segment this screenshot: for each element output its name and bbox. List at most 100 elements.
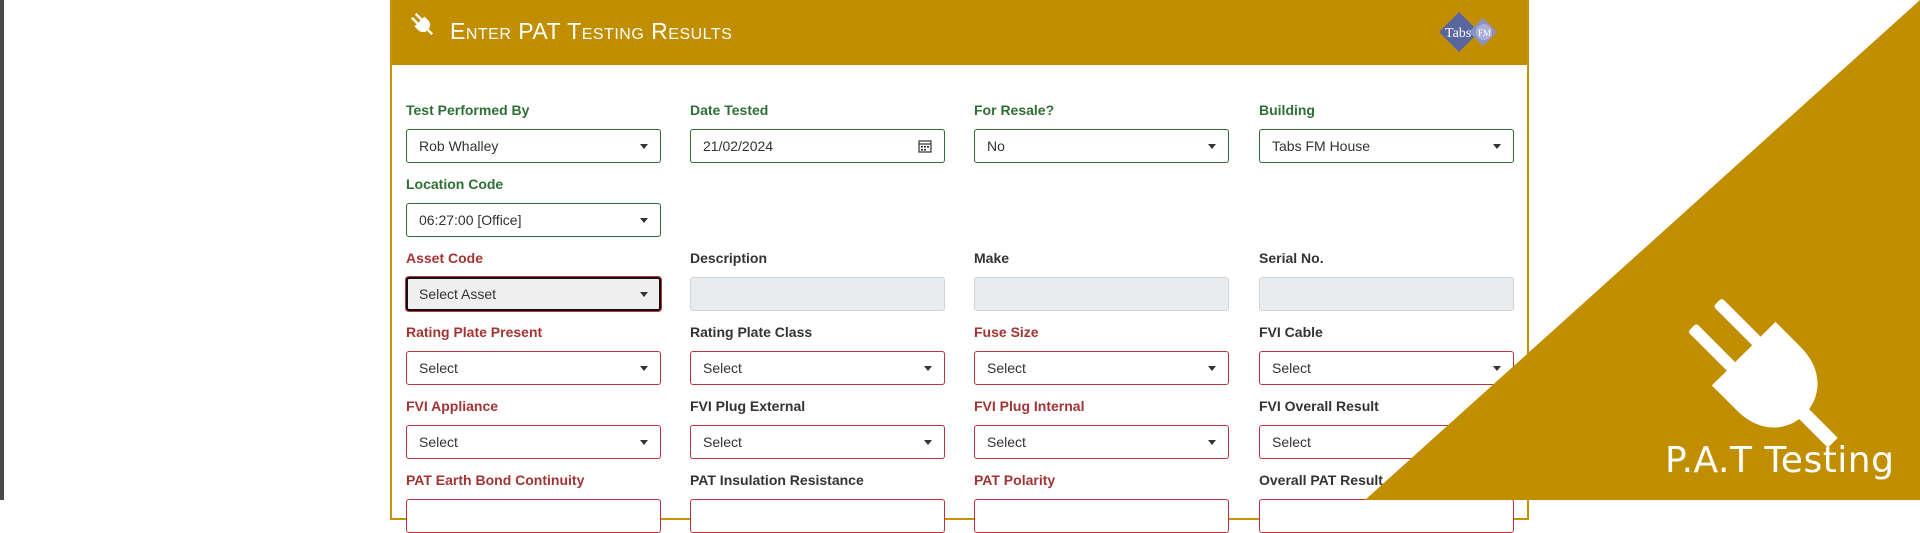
field-pat-earth-bond-continuity: PAT Earth Bond Continuity [406, 471, 661, 533]
rating-plate-present-value: Select [419, 360, 458, 376]
fvi-appliance-value: Select [419, 434, 458, 450]
field-serial-no: Serial No. [1259, 249, 1514, 311]
test-performed-by-value: Rob Whalley [419, 138, 499, 154]
chevron-down-icon [640, 440, 648, 445]
fvi-overall-result-value: Select [1272, 434, 1311, 450]
chevron-down-icon [640, 144, 648, 149]
field-test-performed-by: Test Performed By Rob Whalley [406, 101, 661, 163]
pat-insulation-resistance-select[interactable] [690, 499, 945, 533]
fuse-size-label: Fuse Size [974, 324, 1039, 340]
field-location-code: Location Code 06:27:00 [Office] [406, 175, 661, 237]
field-building: Building Tabs FM House [1259, 101, 1514, 163]
fvi-appliance-select[interactable]: Select [406, 425, 661, 459]
calendar-icon[interactable] [918, 139, 932, 153]
rating-plate-class-label: Rating Plate Class [690, 324, 813, 340]
rating-plate-class-value: Select [703, 360, 742, 376]
for-resale-value: No [987, 138, 1005, 154]
for-resale-label: For Resale? [974, 102, 1055, 118]
field-asset-code: Asset Code Select Asset [406, 249, 661, 311]
fvi-plug-internal-label: FVI Plug Internal [974, 398, 1085, 414]
pat-results-panel: Enter PAT Testing Results Tabs FM Test P… [390, 0, 1529, 533]
field-pat-insulation-resistance: PAT Insulation Resistance [690, 471, 945, 533]
promo-title: P.A.T Testing [1665, 440, 1895, 481]
description-input[interactable] [690, 277, 945, 311]
description-label: Description [690, 250, 768, 266]
field-pat-polarity: PAT Polarity [974, 471, 1229, 533]
fuse-size-value: Select [987, 360, 1026, 376]
fvi-appliance-label: FVI Appliance [406, 398, 499, 414]
building-value: Tabs FM House [1272, 138, 1371, 154]
tabs-fm-logo: Tabs FM [1439, 12, 1497, 52]
pat-insulation-resistance-label: PAT Insulation Resistance [690, 472, 864, 488]
chevron-down-icon [924, 440, 932, 445]
field-fvi-plug-external: FVI Plug External Select [690, 397, 945, 459]
field-fvi-overall-result: FVI Overall Result Select [1259, 397, 1514, 459]
field-for-resale: For Resale? No [974, 101, 1229, 163]
field-fvi-appliance: FVI Appliance Select [406, 397, 661, 459]
page-title: Enter PAT Testing Results [450, 18, 733, 44]
fvi-cable-value: Select [1272, 360, 1311, 376]
make-input[interactable] [974, 277, 1229, 311]
chevron-down-icon [1208, 144, 1216, 149]
fuse-size-select[interactable]: Select [974, 351, 1229, 385]
plug-icon [410, 12, 434, 36]
overall-pat-result-select[interactable] [1259, 499, 1514, 533]
chevron-down-icon [1208, 366, 1216, 371]
pat-earth-bond-continuity-label: PAT Earth Bond Continuity [406, 472, 585, 488]
fvi-plug-external-select[interactable]: Select [690, 425, 945, 459]
field-make: Make [974, 249, 1229, 311]
make-label: Make [974, 250, 1010, 266]
logo-text: Tabs [1445, 26, 1471, 41]
fvi-overall-result-select[interactable]: Select [1259, 425, 1514, 459]
panel-header: Enter PAT Testing Results Tabs FM [392, 0, 1527, 65]
pat-polarity-label: PAT Polarity [974, 472, 1056, 488]
field-description: Description [690, 249, 945, 311]
asset-code-value: Select Asset [419, 286, 497, 302]
left-window-edge [0, 0, 4, 500]
field-fvi-cable: FVI Cable Select [1259, 323, 1514, 385]
date-tested-label: Date Tested [690, 102, 769, 118]
fvi-plug-internal-value: Select [987, 434, 1026, 450]
test-performed-by-label: Test Performed By [406, 102, 530, 118]
rating-plate-class-select[interactable]: Select [690, 351, 945, 385]
chevron-down-icon [924, 366, 932, 371]
field-rating-plate-class: Rating Plate Class Select [690, 323, 945, 385]
serial-no-input[interactable] [1259, 277, 1514, 311]
chevron-down-icon [1493, 366, 1501, 371]
chevron-down-icon [640, 218, 648, 223]
date-tested-value: 21/02/2024 [703, 138, 774, 154]
field-rating-plate-present: Rating Plate Present Select [406, 323, 661, 385]
asset-code-label: Asset Code [406, 250, 484, 266]
location-code-value: 06:27:00 [Office] [419, 212, 522, 228]
field-fuse-size: Fuse Size Select [974, 323, 1229, 385]
chevron-down-icon [640, 366, 648, 371]
location-code-select[interactable]: 06:27:00 [Office] [406, 203, 661, 237]
field-fvi-plug-internal: FVI Plug Internal Select [974, 397, 1229, 459]
building-select[interactable]: Tabs FM House [1259, 129, 1514, 163]
fvi-plug-internal-select[interactable]: Select [974, 425, 1229, 459]
overall-pat-result-label: Overall PAT Result [1259, 472, 1383, 488]
building-label: Building [1259, 102, 1315, 118]
chevron-down-icon [1208, 440, 1216, 445]
pat-earth-bond-continuity-select[interactable] [406, 499, 661, 533]
serial-no-label: Serial No. [1259, 250, 1324, 266]
rating-plate-present-label: Rating Plate Present [406, 324, 543, 340]
fvi-plug-external-value: Select [703, 434, 742, 450]
logo-mark: FM [1478, 28, 1491, 38]
chevron-down-icon [1493, 144, 1501, 149]
date-tested-input[interactable]: 21/02/2024 [690, 129, 945, 163]
asset-code-select[interactable]: Select Asset [406, 277, 661, 311]
test-performed-by-select[interactable]: Rob Whalley [406, 129, 661, 163]
pat-polarity-select[interactable] [974, 499, 1229, 533]
chevron-down-icon [640, 292, 648, 297]
fvi-overall-result-label: FVI Overall Result [1259, 398, 1379, 414]
fvi-plug-external-label: FVI Plug External [690, 398, 806, 414]
for-resale-select[interactable]: No [974, 129, 1229, 163]
fvi-cable-select[interactable]: Select [1259, 351, 1514, 385]
location-code-label: Location Code [406, 176, 504, 192]
chevron-down-icon [1493, 440, 1501, 445]
rating-plate-present-select[interactable]: Select [406, 351, 661, 385]
field-overall-pat-result: Overall PAT Result [1259, 471, 1514, 533]
field-date-tested: Date Tested 21/02/2024 [690, 101, 945, 163]
fvi-cable-label: FVI Cable [1259, 324, 1323, 340]
